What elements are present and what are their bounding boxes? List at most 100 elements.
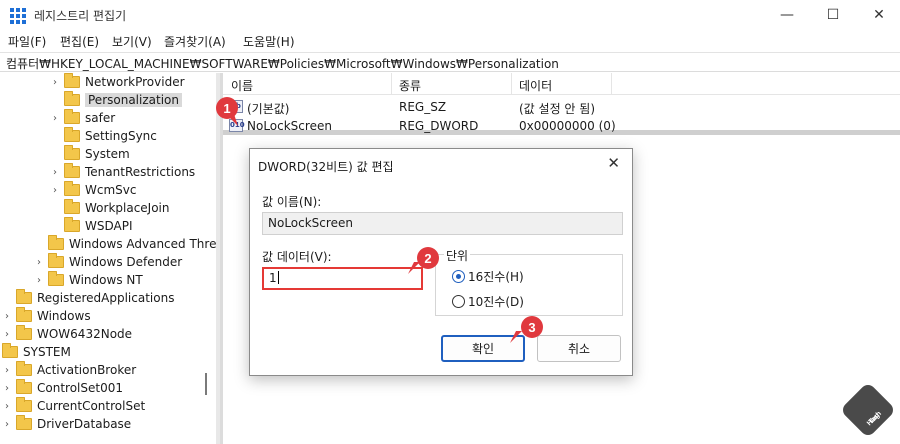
tree-item[interactable]: › Windows xyxy=(2,307,91,325)
tree-item[interactable]: › WOW6432Node xyxy=(2,325,132,343)
minimize-button[interactable]: — xyxy=(764,0,810,30)
tree-item[interactable]: WSDAPI xyxy=(50,217,133,235)
tree-item[interactable]: WorkplaceJoin xyxy=(50,199,170,217)
radix-label: 단위 xyxy=(444,247,471,264)
value-name: (기본값) xyxy=(247,102,290,116)
column-data-header[interactable]: 데이터 xyxy=(519,77,552,94)
column-type-header[interactable]: 종류 xyxy=(399,77,421,94)
folder-icon xyxy=(2,343,18,358)
folder-icon xyxy=(16,325,32,340)
menu-favorites[interactable]: 즐겨찾기(A) xyxy=(164,33,226,50)
tree-item-personalization[interactable]: Personalization xyxy=(50,91,182,109)
edit-dword-dialog: DWORD(32비트) 값 편집 ✕ 값 이름(N): NoLockScreen… xyxy=(249,148,633,376)
chevron-right-icon[interactable]: › xyxy=(34,271,44,289)
folder-icon xyxy=(16,397,32,412)
value-type: REG_DWORD xyxy=(399,119,479,133)
tree-item-system[interactable]: SYSTEM xyxy=(0,343,71,361)
menu-edit[interactable]: 편집(E) xyxy=(60,33,99,50)
folder-icon xyxy=(64,73,80,88)
tree-item[interactable]: › ActivationBroker xyxy=(2,361,136,379)
folder-icon xyxy=(16,307,32,322)
folder-icon xyxy=(48,271,64,286)
menu-help[interactable]: 도움말(H) xyxy=(243,33,295,50)
minimize-icon: — xyxy=(780,7,794,23)
dialog-close-button[interactable]: ✕ xyxy=(607,154,620,172)
title-bar: 레지스트리 편집기 — ☐ ✕ xyxy=(0,0,900,30)
menu-bar: 파일(F) 편집(E) 보기(V) 즐겨찾기(A) 도움말(H) xyxy=(0,30,900,52)
value-type: REG_SZ xyxy=(399,100,447,114)
chevron-right-icon[interactable]: › xyxy=(50,73,60,91)
chevron-right-icon[interactable]: › xyxy=(50,163,60,181)
address-bar[interactable]: 컴퓨터₩HKEY_LOCAL_MACHINE₩SOFTWARE₩Policies… xyxy=(0,52,900,72)
radix-group: 단위 16진수(H) 10진수(D) xyxy=(435,247,623,316)
address-path[interactable]: 컴퓨터₩HKEY_LOCAL_MACHINE₩SOFTWARE₩Policies… xyxy=(6,55,559,72)
chevron-right-icon[interactable]: › xyxy=(2,415,12,433)
tree-item[interactable]: RegisteredApplications xyxy=(2,289,174,307)
folder-icon xyxy=(16,415,32,430)
folder-open-icon xyxy=(64,91,80,106)
folder-icon xyxy=(64,145,80,160)
radio-unchecked-icon[interactable] xyxy=(452,295,465,308)
chevron-right-icon[interactable]: › xyxy=(2,361,12,379)
chevron-right-icon[interactable]: › xyxy=(2,325,12,343)
column-divider[interactable] xyxy=(511,73,512,95)
close-window-button[interactable]: ✕ xyxy=(856,0,900,30)
folder-icon xyxy=(16,379,32,394)
tree-item[interactable]: System xyxy=(50,145,130,163)
column-name-header[interactable]: 이름 xyxy=(231,77,253,94)
tree-item[interactable]: › safer xyxy=(50,109,115,127)
text-caret xyxy=(277,271,279,284)
value-row[interactable]: ab (기본값) REG_SZ (값 설정 안 됨) xyxy=(223,98,900,116)
badge-pointer xyxy=(226,114,238,126)
radio-checked-icon[interactable] xyxy=(452,270,465,283)
menu-view[interactable]: 보기(V) xyxy=(112,33,152,50)
list-header: 이름 종류 데이터 xyxy=(223,73,900,95)
close-icon: ✕ xyxy=(873,7,885,23)
value-name-field: NoLockScreen xyxy=(262,212,623,235)
tree-item[interactable]: › TenantRestrictions xyxy=(50,163,195,181)
value-row-nolockscreen[interactable]: 010 NoLockScreen REG_DWORD 0x00000000 (0… xyxy=(223,117,900,135)
value-data: (값 설정 안 됨) xyxy=(519,102,596,116)
folder-icon xyxy=(64,109,80,124)
radio-hex[interactable]: 16진수(H) xyxy=(452,268,524,285)
window-title: 레지스트리 편집기 xyxy=(34,9,127,23)
tree-scroll-thumb[interactable] xyxy=(205,373,207,395)
folder-icon xyxy=(48,235,64,250)
value-data-label: 값 데이터(V): xyxy=(262,250,332,264)
folder-icon xyxy=(64,199,80,214)
tree-item[interactable]: › Windows Defender xyxy=(34,253,182,271)
dialog-title: DWORD(32비트) 값 편집 xyxy=(258,160,394,174)
value-name-label: 값 이름(N): xyxy=(262,195,322,209)
folder-icon xyxy=(64,181,80,196)
regedit-app-icon xyxy=(10,8,26,24)
value-name: NoLockScreen xyxy=(247,119,332,133)
folder-icon xyxy=(16,361,32,376)
chevron-right-icon[interactable]: › xyxy=(2,379,12,397)
maximize-icon: ☐ xyxy=(826,7,840,23)
tree-item[interactable]: SettingSync xyxy=(50,127,157,145)
column-divider[interactable] xyxy=(611,73,612,95)
folder-icon xyxy=(64,127,80,142)
tree-item[interactable]: Windows Advanced Threat xyxy=(34,235,216,253)
folder-icon xyxy=(64,163,80,178)
tree-item[interactable]: › DriverDatabase xyxy=(2,415,131,433)
value-data-input[interactable]: 1 xyxy=(262,267,423,290)
folder-icon xyxy=(64,217,80,232)
tree-item[interactable]: › ControlSet001 xyxy=(2,379,123,397)
key-tree[interactable]: › NetworkProvider Personalization › safer … xyxy=(0,73,216,444)
chevron-right-icon[interactable]: › xyxy=(50,109,60,127)
chevron-right-icon[interactable]: › xyxy=(34,253,44,271)
chevron-right-icon[interactable]: › xyxy=(2,397,12,415)
column-divider[interactable] xyxy=(391,73,392,95)
tree-item[interactable]: › Windows NT xyxy=(34,271,143,289)
maximize-button[interactable]: ☐ xyxy=(810,0,856,30)
folder-icon xyxy=(16,289,32,304)
tree-item[interactable]: › WcmSvc xyxy=(50,181,136,199)
menu-file[interactable]: 파일(F) xyxy=(8,33,46,50)
radio-decimal[interactable]: 10진수(D) xyxy=(452,293,524,310)
chevron-right-icon[interactable]: › xyxy=(50,181,60,199)
tree-item[interactable]: › CurrentControlSet xyxy=(2,397,145,415)
cancel-button[interactable]: 취소 xyxy=(537,335,621,362)
chevron-right-icon[interactable]: › xyxy=(2,307,12,325)
tree-item[interactable]: › NetworkProvider xyxy=(50,73,185,91)
